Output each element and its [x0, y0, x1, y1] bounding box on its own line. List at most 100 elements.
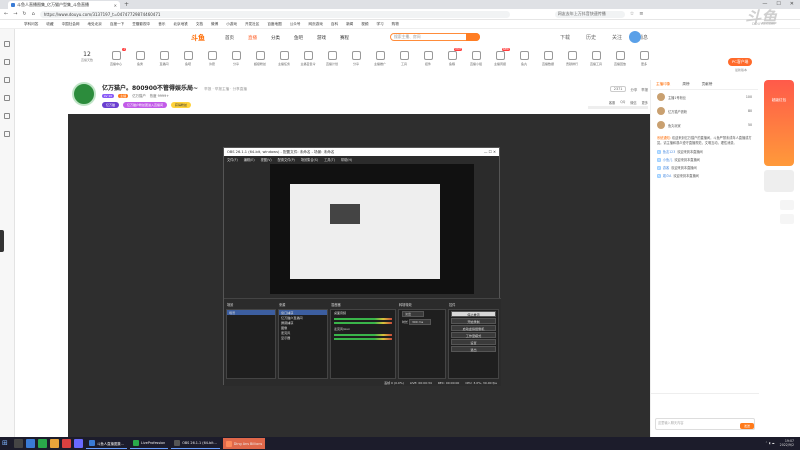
sidebar-item-game[interactable] — [4, 113, 10, 119]
app-green-icon[interactable] — [38, 439, 47, 448]
task-view-icon[interactable] — [26, 439, 35, 448]
bookmark-item[interactable]: 收藏 — [46, 22, 53, 27]
bookmark-item[interactable]: 北京地铁 — [173, 22, 187, 27]
tool-item[interactable]: 直播小组 — [464, 51, 488, 66]
sidebar-item-category[interactable] — [4, 77, 10, 83]
obs-control-button[interactable]: 启动虚拟摄像机 — [451, 325, 496, 331]
obs-control-button[interactable]: 退出 — [451, 346, 496, 352]
home-icon[interactable]: ⌂ — [32, 11, 35, 17]
sidebar-item-home[interactable] — [4, 41, 10, 47]
bookmark-item[interactable]: 百度一下 — [110, 22, 124, 27]
fan-group-pill[interactable]: 亿万猫户粉丝团进入直播间 — [123, 102, 168, 108]
chat-tab[interactable]: 周榜 — [682, 82, 689, 87]
star-icon[interactable]: ☆ — [630, 11, 634, 17]
ranking-row[interactable]: 亿万猫户铁粉 80 — [651, 104, 758, 118]
nav-link[interactable]: 分类 — [271, 35, 280, 41]
close-tab-icon[interactable]: ✕ — [114, 3, 117, 8]
bookmark-item[interactable]: 微博 — [211, 22, 218, 27]
side-ad[interactable] — [764, 170, 794, 192]
new-tab-icon[interactable]: + — [124, 1, 129, 8]
tool-item[interactable]: 分享 — [344, 51, 368, 66]
ranking-row[interactable]: 主播1号粉丝 100 — [651, 90, 758, 104]
bookmark-item[interactable]: 公众号 — [290, 22, 301, 27]
tool-item[interactable]: 挂件 — [416, 51, 440, 66]
close-window-icon[interactable]: ✕ — [790, 1, 794, 7]
app-yellow-icon[interactable] — [50, 439, 59, 448]
menu-icon[interactable]: ≡ — [639, 11, 643, 17]
taskbar-app[interactable]: OBS 26.1.1 (64-bit... — [171, 438, 220, 449]
bookmark-item[interactable]: 百度地图 — [267, 22, 281, 27]
windows-start-icon[interactable]: ⊞ — [2, 439, 11, 448]
obs-menu-item[interactable]: 场景集合(S) — [301, 157, 318, 162]
search-button[interactable] — [466, 33, 480, 41]
tool-item[interactable]: 更多 — [632, 51, 656, 66]
bookmark-item[interactable]: 网页游戏 — [309, 22, 323, 27]
side-button-2[interactable] — [780, 214, 794, 224]
room-stat-item[interactable]: 微信 — [630, 100, 636, 105]
transition-select[interactable]: 淡出 — [399, 310, 445, 318]
nav-link[interactable]: 游戏 — [317, 35, 326, 41]
send-button[interactable]: 发送 — [740, 423, 754, 429]
tool-item[interactable]: 鱼粮 HOT — [440, 48, 464, 66]
bookmark-item[interactable]: 音乐 — [158, 22, 165, 27]
tool-item[interactable]: 主播任务 — [272, 51, 296, 66]
header-item[interactable]: 历史 — [586, 34, 596, 41]
obs-menu-item[interactable]: 文件(F) — [227, 157, 238, 162]
nav-link[interactable]: 鱼吧 — [294, 35, 303, 41]
tool-item[interactable]: 鱼秀 — [128, 51, 152, 66]
chat-tab[interactable]: 贡献榜 — [702, 82, 713, 87]
browser-tab[interactable]: 斗鱼人直播图集_亿万猫户型集_斗鱼直播 ✕ — [8, 1, 120, 9]
tool-item[interactable]: 直播间 — [152, 51, 176, 66]
tool-item[interactable]: 鱼丸 — [512, 51, 536, 66]
tray-icons[interactable]: ⌃ ◖ ☁ — [765, 441, 775, 445]
bookmark-item[interactable]: 文档 — [196, 22, 203, 27]
chat-username[interactable]: 观众A — [663, 173, 672, 178]
chat-username[interactable]: 游客 — [663, 165, 669, 170]
nav-link[interactable]: 直播 — [248, 35, 257, 41]
share-button[interactable]: 分享 — [630, 87, 637, 92]
pc-client-button[interactable]: PC客户端 — [728, 58, 753, 66]
room-stat-item[interactable]: QQ — [620, 100, 625, 105]
red-packet-ad[interactable]: 超级红包 — [764, 80, 794, 166]
sidebar-item-fishbar[interactable] — [4, 95, 10, 101]
bookmark-item[interactable]: 购物 — [392, 22, 399, 27]
tool-item[interactable]: 直播中心 1 — [104, 48, 128, 66]
side-button-1[interactable] — [780, 200, 794, 210]
chat-tab[interactable]: 主播印象 — [656, 82, 670, 87]
obs-control-button[interactable]: 开始录制 — [451, 318, 496, 324]
tool-item[interactable]: 鱼吧 — [176, 51, 200, 66]
room-subtitle[interactable]: 举报 · 举报主播 · 分享直播 — [204, 87, 247, 91]
chat-username[interactable]: 鱼友123 — [663, 149, 675, 154]
taskbar-app[interactable]: 斗鱼人直播图集... — [86, 438, 127, 449]
bookmark-item[interactable]: 学习 — [376, 22, 383, 27]
sidebar-item-live[interactable] — [4, 59, 10, 65]
bookmark-item[interactable]: 视频 — [361, 22, 368, 27]
bookmark-item[interactable]: 开发社区 — [245, 22, 259, 27]
bookmark-item[interactable]: 新闻 — [346, 22, 353, 27]
bookmark-item[interactable]: 小游戏 — [226, 22, 237, 27]
app-purple-icon[interactable] — [74, 439, 83, 448]
obs-control-button[interactable]: 设置 — [451, 339, 496, 345]
bookmark-item[interactable]: 地处北京 — [88, 22, 102, 27]
ranking-row[interactable]: 鱼丸玩家 50 — [651, 118, 758, 132]
bookmark-item[interactable]: 学科问答 — [24, 22, 38, 27]
obs-control-button[interactable]: 工作室模式 — [451, 332, 496, 338]
search-icon[interactable] — [14, 439, 23, 448]
tool-item[interactable]: 主播推广 — [368, 51, 392, 66]
obs-menu-item[interactable]: 视图(V) — [261, 157, 272, 162]
browser-search-input[interactable]: 网友去年上万抖音快速传播 — [554, 10, 625, 18]
clock[interactable]: 19:07 2022/9/2 — [780, 439, 794, 447]
taskbar-app[interactable]: Ding Ans Billions — [222, 438, 266, 449]
tool-item[interactable]: 主播周报 NEW — [488, 48, 512, 66]
source-item[interactable]: 显示器 — [279, 335, 327, 340]
forward-icon[interactable]: → — [13, 11, 17, 17]
tool-item[interactable]: 主播召集令 — [296, 51, 320, 66]
duration-input[interactable]: 300 ms — [408, 319, 431, 325]
fan-pill[interactable]: 亿万猫 — [102, 102, 120, 108]
app-red-icon[interactable] — [62, 439, 71, 448]
header-item[interactable]: 下载 — [560, 34, 570, 41]
douyu-logo[interactable]: 斗鱼 — [191, 33, 205, 43]
back-icon[interactable]: ← — [4, 11, 8, 17]
header-item[interactable]: 关注 — [612, 34, 622, 41]
anchor-avatar[interactable] — [72, 82, 96, 106]
